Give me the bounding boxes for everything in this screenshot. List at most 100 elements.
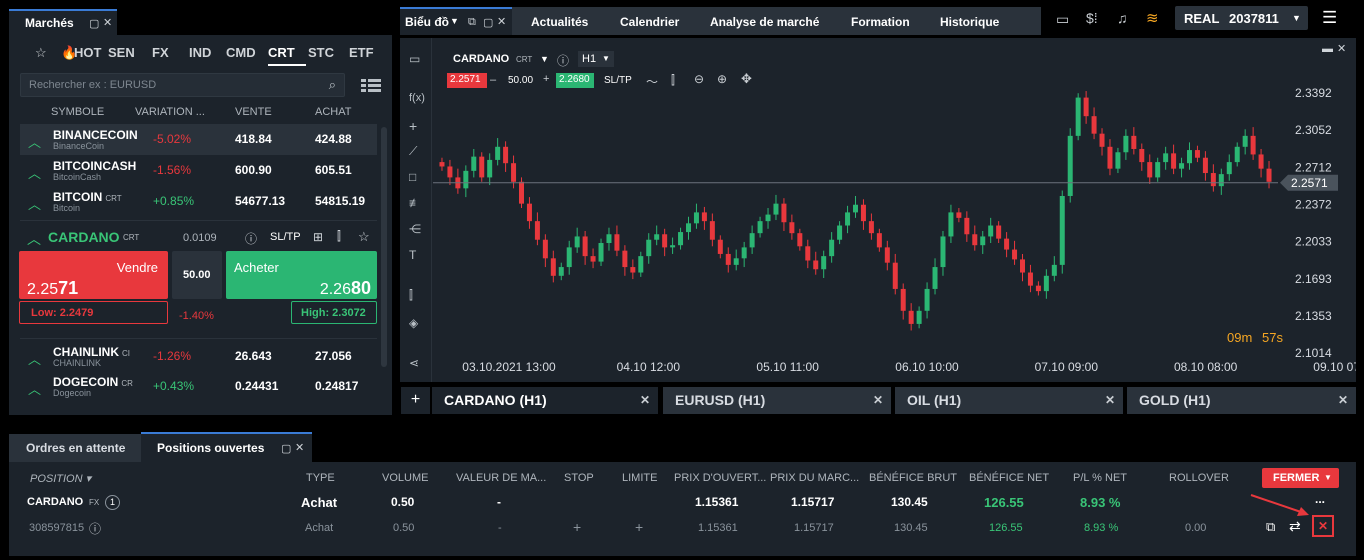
chevron-down-icon[interactable]: ▼ bbox=[450, 16, 459, 26]
close-icon[interactable]: ✕ bbox=[1338, 393, 1348, 407]
account-selector[interactable]: REAL 2037811 ▼ bbox=[1175, 6, 1308, 30]
markets-scrollbar[interactable] bbox=[381, 127, 387, 367]
col-volume[interactable]: VOLUME bbox=[382, 472, 428, 484]
col-sell[interactable]: VENTE bbox=[235, 106, 272, 118]
currency-icon[interactable]: $⁞ bbox=[1086, 10, 1098, 26]
col-symbol[interactable]: SYMBOLE bbox=[51, 106, 104, 118]
col-pl-net[interactable]: P/L % NET bbox=[1073, 472, 1127, 484]
col-stop[interactable]: STOP bbox=[564, 472, 594, 484]
category-hot[interactable]: HOT bbox=[74, 45, 101, 60]
screen-icon[interactable]: ▭ bbox=[409, 52, 420, 66]
grid-view-icon[interactable] bbox=[361, 79, 381, 96]
share-icon[interactable]: ⋖ bbox=[409, 356, 419, 370]
add-limit-button[interactable]: + bbox=[635, 519, 643, 535]
maximize-icon[interactable]: ▢ bbox=[89, 17, 99, 30]
col-net-profit[interactable]: BÉNÉFICE NET bbox=[969, 472, 1049, 484]
market-search-input[interactable]: Rechercher ex : EURUSD ⌕ bbox=[20, 73, 345, 97]
col-market-price[interactable]: PRIX DU MARC... bbox=[770, 472, 859, 484]
tab-pending-orders[interactable]: Ordres en attente bbox=[9, 434, 141, 462]
col-rollover[interactable]: ROLLOVER bbox=[1169, 472, 1229, 484]
tab-chart[interactable]: Biểu đồ ▼ ⧉ ▢ ✕ bbox=[400, 7, 512, 35]
market-row-chainlink[interactable]: ︿ CHAINLINK CI CHAINLINK -1.26% 26.643 27… bbox=[20, 341, 377, 372]
pitchfork-icon[interactable]: ⋲ bbox=[409, 222, 421, 236]
price-chart[interactable]: 2.3392 2.3052 2.2712 2.2372 2.2033 2.1693 2.13… bbox=[433, 38, 1356, 382]
category-cmd[interactable]: CMD bbox=[226, 45, 256, 60]
market-buy[interactable]: 27.056 bbox=[315, 349, 352, 363]
col-margin[interactable]: VALEUR DE MA... bbox=[456, 472, 546, 484]
menu-icon[interactable]: ☰ bbox=[1322, 8, 1337, 28]
col-type[interactable]: TYPE bbox=[306, 472, 335, 484]
tab-analysis[interactable]: Analyse de marché bbox=[710, 15, 819, 29]
close-icon[interactable]: ✕ bbox=[873, 393, 883, 407]
rectangle-icon[interactable]: □ bbox=[409, 170, 416, 184]
crosshair-icon[interactable]: + bbox=[409, 118, 417, 134]
info-icon[interactable]: ⓘ bbox=[245, 230, 257, 247]
market-sell[interactable]: 418.84 bbox=[235, 132, 272, 146]
trendline-icon[interactable]: ⟋ bbox=[409, 144, 417, 159]
fibonacci-icon[interactable]: ≢ bbox=[409, 196, 421, 210]
market-buy[interactable]: 424.88 bbox=[315, 132, 352, 146]
close-icon[interactable]: ✕ bbox=[640, 393, 650, 407]
market-sell[interactable]: 54677.13 bbox=[235, 194, 285, 208]
expand-chevron-icon[interactable]: ︿ bbox=[28, 163, 41, 182]
tab-open-positions[interactable]: Positions ouvertes ▢ ✕ bbox=[141, 432, 312, 462]
col-gross-profit[interactable]: BÉNÉFICE BRUT bbox=[869, 472, 957, 484]
category-stc[interactable]: STC bbox=[308, 45, 334, 60]
col-open-price[interactable]: PRIX D'OUVERT... bbox=[674, 472, 766, 484]
position-id[interactable]: 308597815 bbox=[29, 522, 84, 534]
market-row-dogecoin[interactable]: ︿ DOGECOIN CR Dogecoin +0.43% 0.24431 0.2… bbox=[20, 371, 377, 402]
col-position[interactable]: POSITION ▾ bbox=[30, 472, 91, 485]
market-row-bitcoincash[interactable]: ︿ BITCOINCASH BitcoinCash -1.56% 600.90 … bbox=[20, 155, 377, 186]
close-icon[interactable]: ✕ bbox=[295, 441, 304, 454]
add-stop-button[interactable]: + bbox=[573, 519, 581, 535]
duplicate-icon[interactable]: ⧉ bbox=[1266, 519, 1275, 535]
market-buy[interactable]: 0.24817 bbox=[315, 379, 358, 393]
market-buy[interactable]: 54815.19 bbox=[315, 194, 365, 208]
close-icon[interactable]: ✕ bbox=[1105, 393, 1115, 407]
market-sell[interactable]: 600.90 bbox=[235, 163, 272, 177]
market-buy[interactable]: 605.51 bbox=[315, 163, 352, 177]
markets-panel-tab[interactable]: Marchés ▢ ✕ bbox=[9, 9, 117, 35]
market-sell[interactable]: 26.643 bbox=[235, 349, 272, 363]
category-ind[interactable]: IND bbox=[189, 45, 211, 60]
favorites-star-icon[interactable]: ☆ bbox=[35, 45, 47, 61]
col-variation[interactable]: VARIATION ... bbox=[135, 106, 205, 118]
tab-training[interactable]: Formation bbox=[851, 15, 910, 29]
layout-icon[interactable]: ▭ bbox=[1056, 11, 1069, 28]
sell-button[interactable]: Vendre 2.2571 bbox=[19, 251, 168, 299]
add-chart-tab-button[interactable]: + bbox=[401, 387, 430, 414]
expand-chevron-icon[interactable]: ︿ bbox=[28, 194, 41, 213]
quantity-field[interactable]: 50.00 bbox=[172, 251, 222, 299]
chart-tab-cardano[interactable]: CARDANO (H1) ✕ bbox=[432, 387, 658, 414]
maximize-icon[interactable]: ▢ bbox=[483, 16, 493, 29]
tab-calendar[interactable]: Calendrier bbox=[620, 15, 679, 29]
close-icon[interactable]: ✕ bbox=[103, 16, 112, 29]
more-options-button[interactable]: ... bbox=[1315, 492, 1325, 506]
chart-tab-oil[interactable]: OIL (H1) ✕ bbox=[895, 387, 1123, 414]
tab-news[interactable]: Actualités bbox=[531, 15, 588, 29]
info-icon[interactable]: ⓘ bbox=[89, 520, 101, 537]
collapse-chevron-icon[interactable]: ︿ bbox=[27, 229, 41, 249]
favorite-star-icon[interactable]: ☆ bbox=[358, 229, 370, 245]
indicators-icon[interactable]: ⫿ bbox=[409, 288, 413, 303]
function-icon[interactable]: f(x) bbox=[409, 92, 425, 104]
search-icon[interactable]: ⌕ bbox=[329, 77, 336, 93]
market-row-binancecoin[interactable]: ︿ BINANCECOIN BinanceCoin -5.02% 418.84 … bbox=[20, 124, 377, 155]
expand-chevron-icon[interactable]: ︿ bbox=[28, 379, 41, 398]
tab-history[interactable]: Historique bbox=[940, 15, 999, 29]
market-sell[interactable]: 0.24431 bbox=[235, 379, 278, 393]
close-position-button[interactable]: ✕ bbox=[1312, 515, 1334, 537]
candles-icon[interactable]: ⫿ bbox=[337, 229, 341, 244]
chart-tab-gold[interactable]: GOLD (H1) ✕ bbox=[1127, 387, 1356, 414]
close-all-button[interactable]: FERMER ▼ bbox=[1262, 468, 1339, 488]
layers-icon[interactable]: ◈ bbox=[409, 316, 418, 330]
buy-button[interactable]: Acheter 2.2680 bbox=[226, 251, 377, 299]
expand-chevron-icon[interactable]: ︿ bbox=[28, 349, 41, 368]
popout-icon[interactable]: ⧉ bbox=[468, 16, 476, 29]
chevron-down-icon[interactable]: ▼ bbox=[1292, 13, 1301, 23]
close-icon[interactable]: ✕ bbox=[497, 15, 506, 28]
col-buy[interactable]: ACHAT bbox=[315, 106, 351, 118]
category-etf[interactable]: ETF bbox=[349, 45, 374, 60]
text-icon[interactable]: T bbox=[409, 248, 416, 262]
bell-icon[interactable]: ♫ bbox=[1117, 10, 1128, 26]
